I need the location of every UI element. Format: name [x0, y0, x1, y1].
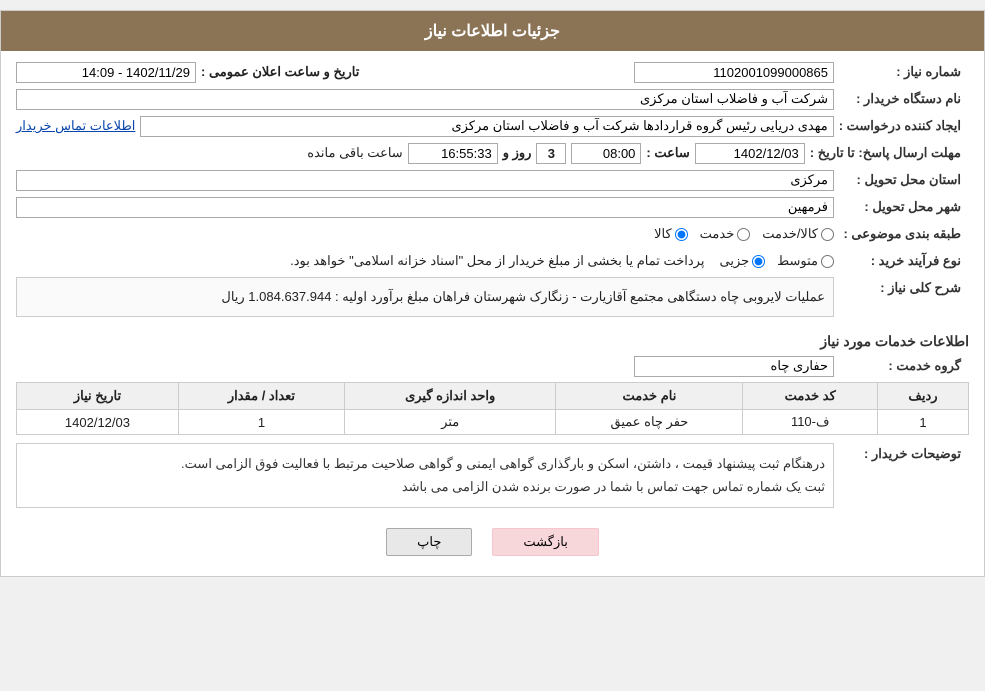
service-group-input[interactable]: [634, 356, 834, 377]
process-note: پرداخت تمام یا بخشی از مبلغ خریدار از مح…: [290, 253, 704, 269]
col-code: کد خدمت: [743, 383, 878, 410]
requester-input[interactable]: [140, 116, 833, 137]
cell-code: ف-110: [743, 410, 878, 435]
province-input[interactable]: [16, 170, 834, 191]
category-kala-option[interactable]: کالا: [654, 226, 688, 242]
category-row: طبقه بندی موضوعی : کالا/خدمت خدمت کالا: [16, 223, 969, 245]
deadline-time-label: ساعت :: [646, 145, 689, 161]
process-motawaset-radio[interactable]: [821, 255, 834, 268]
needs-desc-box: عملیات لایروبی چاه دستگاهی مجتمع آقازیار…: [16, 277, 834, 317]
col-qty: تعداد / مقدار: [178, 383, 344, 410]
announcement-label: تاریخ و ساعت اعلان عمومی :: [201, 64, 359, 80]
category-kala-khadamat-radio[interactable]: [821, 228, 834, 241]
print-button[interactable]: چاپ: [386, 528, 472, 556]
process-jozi-radio[interactable]: [752, 255, 765, 268]
needs-desc-value: عملیات لایروبی چاه دستگاهی مجتمع آقازیار…: [221, 289, 825, 304]
col-name: نام خدمت: [556, 383, 743, 410]
cell-row: 1: [877, 410, 968, 435]
buyer-notes-value: درهنگام ثبت پیشنهاد قیمت ، داشتن، اسکن و…: [181, 456, 825, 494]
requester-row: ایجاد کننده درخواست : اطلاعات تماس خریدا…: [16, 115, 969, 137]
province-row: استان محل تحویل :: [16, 169, 969, 191]
process-label: نوع فرآیند خرید :: [839, 250, 969, 272]
process-jozi-option[interactable]: جزیی: [719, 253, 765, 269]
needs-desc-label: شرح کلی نیاز :: [839, 277, 969, 299]
page-header: جزئیات اطلاعات نیاز: [1, 11, 984, 51]
process-jozi-label: جزیی: [719, 253, 749, 269]
buyer-notes-label: توضیحات خریدار :: [839, 443, 969, 465]
need-number-label: شماره نیاز :: [839, 61, 969, 83]
service-group-row: گروه خدمت :: [16, 355, 969, 377]
deadline-date-input[interactable]: [695, 143, 805, 164]
deadline-time-input[interactable]: [571, 143, 641, 164]
city-label: شهر محل تحویل :: [839, 196, 969, 218]
deadline-days-label: روز و: [503, 145, 532, 161]
cell-unit: متر: [344, 410, 555, 435]
process-row: نوع فرآیند خرید : متوسط جزیی پرداخت تمام…: [16, 250, 969, 272]
col-date: تاریخ نیاز: [17, 383, 179, 410]
category-kala-radio[interactable]: [675, 228, 688, 241]
requester-label: ایجاد کننده درخواست :: [839, 115, 969, 137]
announcement-datetime-input[interactable]: [16, 62, 196, 83]
service-table: ردیف کد خدمت نام خدمت واحد اندازه گیری ت…: [16, 382, 969, 435]
cell-qty: 1: [178, 410, 344, 435]
deadline-days-value: 3: [536, 143, 566, 164]
category-khadamat-option[interactable]: خدمت: [700, 226, 751, 242]
buyer-org-row: نام دستگاه خریدار :: [16, 88, 969, 110]
col-unit: واحد اندازه گیری: [344, 383, 555, 410]
category-radio-group: کالا/خدمت خدمت کالا: [654, 226, 834, 242]
page-title: جزئیات اطلاعات نیاز: [425, 23, 560, 40]
cell-date: 1402/12/03: [17, 410, 179, 435]
deadline-row: مهلت ارسال پاسخ: تا تاریخ : ساعت : 3 روز…: [16, 142, 969, 164]
category-khadamat-label: خدمت: [700, 226, 735, 242]
need-number-row: شماره نیاز : تاریخ و ساعت اعلان عمومی :: [16, 61, 969, 83]
needs-desc-row: شرح کلی نیاز : عملیات لایروبی چاه دستگاه…: [16, 277, 969, 325]
category-kala-label: کالا: [654, 226, 672, 242]
buyer-notes-row: توضیحات خریدار : درهنگام ثبت پیشنهاد قیم…: [16, 443, 969, 513]
category-kala-khadamat-option[interactable]: کالا/خدمت: [762, 226, 834, 242]
deadline-remaining-label: ساعت باقی مانده: [307, 145, 402, 161]
process-radio-group: متوسط جزیی: [719, 253, 834, 269]
need-number-input[interactable]: [634, 62, 834, 83]
service-info-title: اطلاعات خدمات مورد نیاز: [16, 333, 969, 350]
buyer-org-label: نام دستگاه خریدار :: [839, 88, 969, 110]
deadline-remaining-input[interactable]: [408, 143, 498, 164]
col-row: ردیف: [877, 383, 968, 410]
buyer-org-input[interactable]: [16, 89, 834, 110]
deadline-label: مهلت ارسال پاسخ: تا تاریخ :: [810, 142, 969, 164]
city-row: شهر محل تحویل :: [16, 196, 969, 218]
province-label: استان محل تحویل :: [839, 169, 969, 191]
category-kala-khadamat-label: کالا/خدمت: [762, 226, 818, 242]
buyer-notes-box: درهنگام ثبت پیشنهاد قیمت ، داشتن، اسکن و…: [16, 443, 834, 508]
category-khadamat-radio[interactable]: [737, 228, 750, 241]
back-button[interactable]: بازگشت: [492, 528, 598, 556]
page-wrapper: جزئیات اطلاعات نیاز شماره نیاز : تاریخ و…: [0, 10, 985, 577]
city-input[interactable]: [16, 197, 834, 218]
process-motawaset-label: متوسط: [777, 253, 818, 269]
contact-link[interactable]: اطلاعات تماس خریدار: [16, 118, 135, 134]
cell-name: حفر چاه عمیق: [556, 410, 743, 435]
buttons-row: بازگشت چاپ: [16, 518, 969, 566]
main-content: شماره نیاز : تاریخ و ساعت اعلان عمومی : …: [1, 51, 984, 576]
category-label: طبقه بندی موضوعی :: [839, 223, 969, 245]
process-motawaset-option[interactable]: متوسط: [777, 253, 834, 269]
table-row: 1 ف-110 حفر چاه عمیق متر 1 1402/12/03: [17, 410, 969, 435]
service-group-label: گروه خدمت :: [839, 355, 969, 377]
